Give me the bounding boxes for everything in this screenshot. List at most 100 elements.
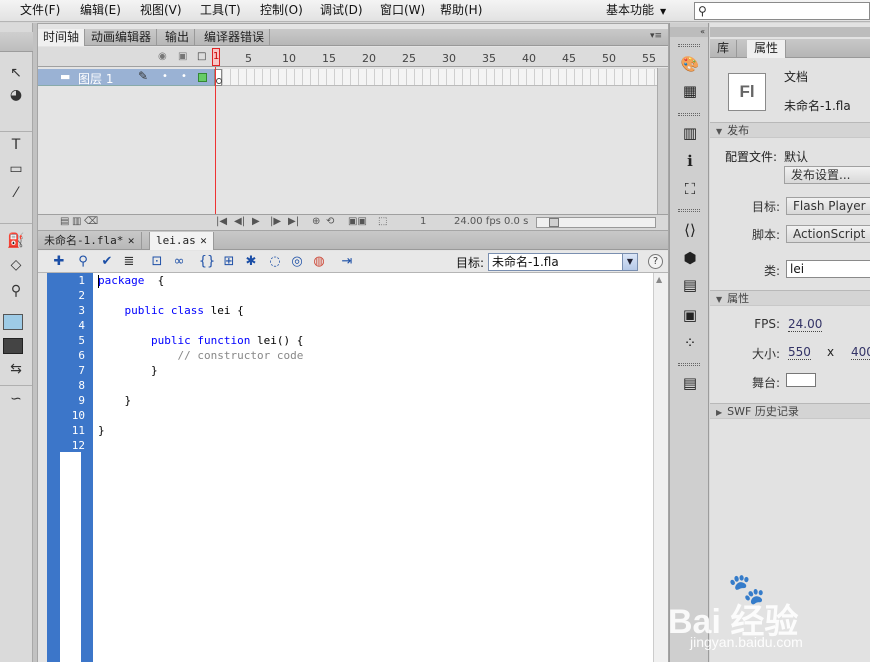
layer-outline-color-icon[interactable] <box>198 73 207 82</box>
go-to-last-frame-icon[interactable]: ▶| <box>288 216 299 227</box>
scene-icon[interactable]: ▤ <box>680 373 700 393</box>
workspace-switcher[interactable]: 基本功能 ▼ <box>606 0 666 22</box>
collapse-arrows-icon[interactable]: « <box>670 27 708 37</box>
stroke-color-swatch[interactable] <box>3 314 23 330</box>
go-to-first-frame-icon[interactable]: |◀ <box>216 216 227 227</box>
eraser-tool-icon[interactable]: ◇ <box>4 255 28 275</box>
snap-to-objects-icon[interactable]: ∽ <box>4 389 28 409</box>
close-icon[interactable]: ✕ <box>200 237 208 247</box>
3d-rotation-tool-icon[interactable]: ◕ <box>4 85 28 105</box>
code-snippets-icon[interactable]: ⟨⟩ <box>680 220 700 240</box>
components-icon[interactable]: ⬢ <box>680 248 700 268</box>
menu-view[interactable]: 视图(V) <box>140 0 182 22</box>
rectangle-tool-icon[interactable]: ▭ <box>4 159 28 179</box>
scrollbar-thumb[interactable] <box>549 218 559 227</box>
section-properties[interactable]: ▼ 属性 <box>710 290 870 306</box>
height-value[interactable]: 400 <box>851 345 870 360</box>
motion-presets-icon[interactable]: ▤ <box>680 275 700 295</box>
timeline-horizontal-scrollbar[interactable] <box>536 217 656 228</box>
width-value[interactable]: 550 <box>788 345 811 360</box>
frame-grid[interactable] <box>214 69 660 86</box>
scroll-up-icon[interactable]: ▲ <box>656 275 662 284</box>
code-area[interactable]: package { public class lei { public func… <box>93 273 653 662</box>
debug-options-icon[interactable]: ∞ <box>170 253 188 270</box>
publish-settings-button[interactable]: 发布设置... <box>784 166 870 184</box>
find-icon[interactable]: ⚲ <box>74 253 92 270</box>
tab-timeline[interactable]: 时间轴 <box>38 29 86 46</box>
tab-properties[interactable]: 属性 <box>747 40 787 58</box>
section-swf-history[interactable]: ▶ SWF 历史记录 <box>710 403 870 419</box>
lock-icon[interactable]: ▣ <box>178 51 187 62</box>
frame-rate[interactable]: 24.00 fps <box>454 216 501 227</box>
code-hint-icon[interactable]: ⊡ <box>148 253 166 270</box>
fps-value[interactable]: 24.00 <box>788 317 823 332</box>
menu-help[interactable]: 帮助(H) <box>440 0 482 22</box>
layer-name[interactable]: 图层 1 <box>78 70 113 87</box>
menu-debug[interactable]: 调试(D) <box>320 0 363 22</box>
dock-grip[interactable] <box>678 113 700 116</box>
brush-tool-icon[interactable]: ⁄ <box>4 183 28 203</box>
section-publish[interactable]: ▼ 发布 <box>710 122 870 138</box>
center-frame-icon[interactable]: ⊕ <box>312 216 320 227</box>
edit-markers-icon[interactable]: ⬚ <box>378 216 387 227</box>
menu-file[interactable]: 文件(F) <box>20 0 60 22</box>
outline-icon[interactable]: □ <box>197 51 206 62</box>
transform-icon[interactable]: ⛶ <box>680 179 700 199</box>
menu-tools[interactable]: 工具(T) <box>200 0 241 22</box>
selection-tool-icon[interactable]: ↖ <box>4 63 28 83</box>
menu-edit[interactable]: 编辑(E) <box>80 0 121 22</box>
new-folder-icon[interactable]: ▥ <box>72 216 81 227</box>
player-version-select[interactable]: Flash Player 11. <box>786 197 870 215</box>
color-palette-icon[interactable]: 🎨 <box>680 54 700 74</box>
tab-library[interactable]: 库 <box>710 40 738 58</box>
paint-bucket-tool-icon[interactable]: ⛽ <box>4 231 28 251</box>
align-icon[interactable]: ▥ <box>680 123 700 143</box>
tab-output[interactable]: 输出 <box>160 29 196 46</box>
apply-line-comment-icon[interactable]: ◎ <box>288 253 306 270</box>
swap-colors-icon[interactable]: ⇆ <box>4 359 28 379</box>
script-version-select[interactable]: ActionScript 3.0 <box>786 225 870 243</box>
step-back-icon[interactable]: ◀| <box>234 216 245 227</box>
step-forward-icon[interactable]: |▶ <box>270 216 281 227</box>
target-select[interactable]: 未命名-1.fla ▼ <box>488 253 638 271</box>
search-input[interactable]: ⚲ <box>694 2 870 20</box>
collapse-selection-icon[interactable]: ⊞ <box>220 253 238 270</box>
movie-explorer-icon[interactable]: ⁘ <box>680 333 700 353</box>
collapse-between-braces-icon[interactable]: {} <box>198 253 216 270</box>
swatches-icon[interactable]: ▦ <box>680 81 700 101</box>
layer-row[interactable]: ▬ 图层 1 ✎ • • <box>38 69 214 86</box>
chevron-down-icon[interactable]: ▼ <box>622 254 637 270</box>
frame-ruler[interactable]: 1 5 10 15 20 25 30 35 40 45 50 55 <box>213 47 660 67</box>
delete-layer-icon[interactable]: ⌫ <box>84 216 98 227</box>
show-hide-toolbox-icon[interactable]: ⇥ <box>338 253 356 270</box>
apply-block-comment-icon[interactable]: ◌ <box>266 253 284 270</box>
tab-compiler-errors[interactable]: 编译器错误 <box>199 29 271 46</box>
text-tool-icon[interactable]: T <box>4 135 28 155</box>
playhead[interactable]: 1 <box>212 48 220 66</box>
document-class-input[interactable]: lei <box>786 260 870 278</box>
panel-collapse-bar[interactable] <box>710 27 870 37</box>
dock-grip[interactable] <box>678 363 700 366</box>
auto-format-icon[interactable]: ≣ <box>120 253 138 270</box>
info-icon[interactable]: ℹ <box>680 151 700 171</box>
onion-skin-icon[interactable]: ▣▣ <box>348 216 367 227</box>
loop-icon[interactable]: ⟲ <box>326 216 334 227</box>
check-syntax-icon[interactable]: ✔ <box>98 253 116 270</box>
help-icon[interactable]: ? <box>648 254 663 269</box>
eye-icon[interactable]: ◉ <box>158 51 167 62</box>
dock-grip[interactable] <box>678 209 700 212</box>
project-icon[interactable]: ▣ <box>680 305 700 325</box>
add-statement-icon[interactable]: ✚ <box>50 253 68 270</box>
remove-comment-icon[interactable]: ◍ <box>310 253 328 270</box>
lock-dot-icon[interactable]: • <box>181 71 187 82</box>
menu-window[interactable]: 窗口(W) <box>380 0 425 22</box>
zoom-tool-icon[interactable]: ⚲ <box>4 281 28 301</box>
close-icon[interactable]: ✕ <box>127 237 135 247</box>
tab-document-fla[interactable]: 未命名-1.fla* ✕ <box>38 232 142 250</box>
stage-color-swatch[interactable] <box>786 373 816 387</box>
new-layer-icon[interactable]: ▤ <box>60 216 69 227</box>
panel-menu-icon[interactable]: ▾≡ <box>650 31 662 41</box>
visibility-dot-icon[interactable]: • <box>162 71 168 82</box>
editor-vertical-scrollbar[interactable]: ▲ <box>653 273 668 662</box>
dock-grip[interactable] <box>678 44 700 47</box>
